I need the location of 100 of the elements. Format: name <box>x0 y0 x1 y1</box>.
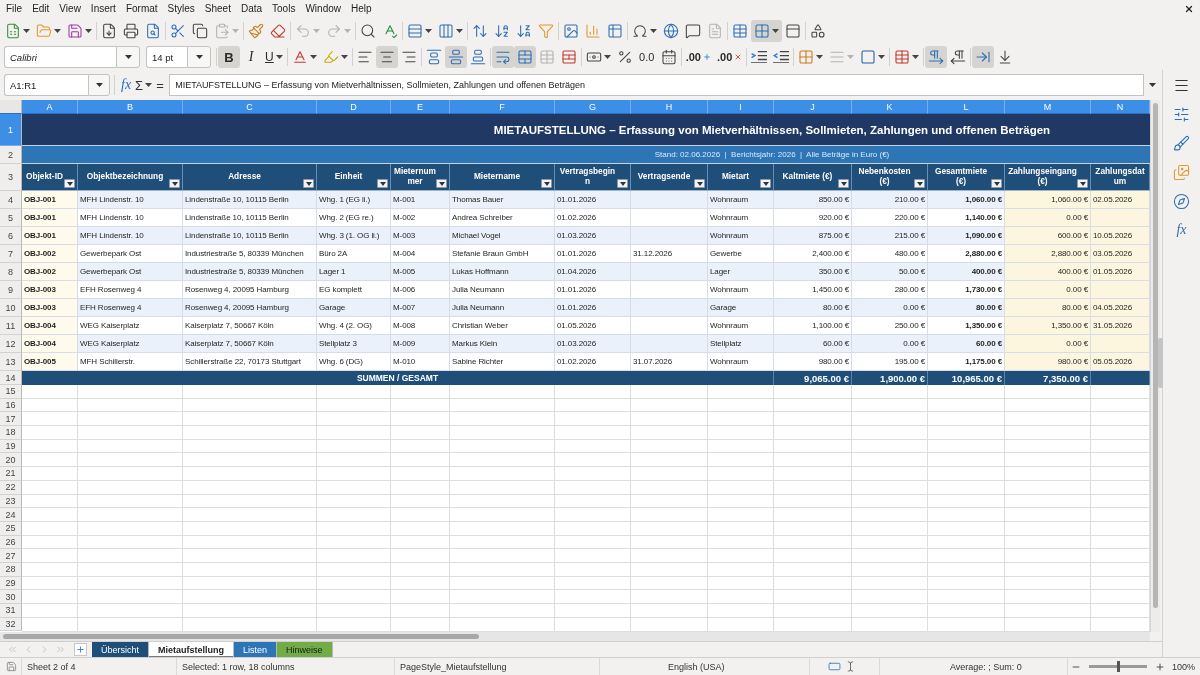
bold-button[interactable]: B <box>218 46 240 68</box>
table-cell: 1,450.00 € <box>774 281 852 299</box>
menu-item[interactable]: Window <box>300 0 346 17</box>
row-header[interactable]: 18 <box>0 426 22 440</box>
filter-dropdown-button[interactable] <box>760 179 771 188</box>
row-header[interactable]: 14 <box>0 371 22 385</box>
table-cell: Whg. 6 (DG) <box>317 353 391 371</box>
table-cell: Whg. 1 (EG li.) <box>317 191 391 209</box>
row-header[interactable]: 21 <box>0 467 22 481</box>
sheet-tab[interactable]: Übersicht <box>92 642 149 657</box>
table-cell: 195.00 € <box>852 353 928 371</box>
menu-item[interactable]: Styles <box>162 0 200 17</box>
number-format-button[interactable]: 0.0 <box>635 46 658 68</box>
formula-input[interactable]: MIETAUFSTELLUNG – Erfassung von Mietverhältnissen, Sollmieten, Zahlungen und offenen Beträgen <box>169 74 1144 96</box>
filter-dropdown-button[interactable] <box>1077 179 1088 188</box>
font-name-field[interactable]: Calibri <box>4 46 116 68</box>
menu-item[interactable]: Help <box>346 0 377 17</box>
functions-button[interactable]: fx <box>1169 218 1194 242</box>
filter-dropdown-button[interactable] <box>617 179 628 188</box>
row-header[interactable]: 13 <box>0 353 22 371</box>
menu-item[interactable]: Sheet <box>199 0 236 17</box>
row-header[interactable]: 2 <box>0 146 22 164</box>
menu-item[interactable]: Format <box>120 0 163 17</box>
columns-icon <box>438 22 454 39</box>
vertical-scrollbar[interactable] <box>1150 100 1160 632</box>
merge-center-button[interactable] <box>513 46 536 68</box>
menu-item[interactable]: Edit <box>27 0 55 17</box>
sheet-tab[interactable]: Hinweise <box>277 642 333 657</box>
wrap-text-button[interactable] <box>491 46 514 68</box>
caret-down-icon <box>95 83 103 87</box>
scrollbar-thumb[interactable] <box>3 634 479 639</box>
menu-item[interactable]: View <box>54 0 86 17</box>
select-all-corner[interactable] <box>0 100 22 114</box>
column-heading: Zahlungseingang (€) <box>1008 167 1077 187</box>
globe-icon <box>663 22 679 39</box>
function-wizard-button[interactable]: fx <box>119 74 134 96</box>
sidebar-collapse-handle[interactable] <box>1158 338 1163 388</box>
row-header[interactable]: 5 <box>0 209 22 227</box>
filter-dropdown-button[interactable] <box>991 179 1002 188</box>
font-size-field[interactable]: 14 pt <box>146 46 187 68</box>
delete-decimal-button[interactable]: .00 <box>713 46 746 68</box>
underline-button[interactable]: U <box>262 46 286 68</box>
row-header[interactable]: 8 <box>0 263 22 281</box>
text-horizontal-button[interactable] <box>972 46 995 68</box>
column-heading: Objekt-ID <box>26 172 63 182</box>
row-header[interactable]: 3 <box>0 164 22 191</box>
font-name-dropdown-button[interactable] <box>116 46 140 68</box>
caret-down-icon <box>840 181 847 186</box>
horizontal-scrollbar[interactable] <box>0 632 1150 641</box>
table-cell: Thomas Bauer <box>450 191 555 209</box>
close-icon <box>1184 3 1194 14</box>
caret-down-icon <box>993 181 1000 186</box>
font-size-dropdown-button[interactable] <box>187 46 211 68</box>
menu-item[interactable]: File <box>1 0 28 17</box>
align-center-button[interactable] <box>375 46 398 68</box>
row-header[interactable]: 24 <box>0 508 22 522</box>
filter-dropdown-button[interactable] <box>914 179 925 188</box>
row-header[interactable]: 9 <box>0 281 22 299</box>
zoom-slider-thumb[interactable] <box>1117 661 1120 672</box>
sheet-tab[interactable]: Mietaufstellung <box>149 642 235 657</box>
align-middle-button[interactable] <box>444 46 467 68</box>
scrollbar-thumb[interactable] <box>1153 103 1158 608</box>
filter-dropdown-button[interactable] <box>377 179 388 188</box>
freeze-button[interactable] <box>751 19 782 42</box>
row-header[interactable]: 6 <box>0 227 22 245</box>
row-header[interactable]: 4 <box>0 191 22 209</box>
row-header[interactable]: 30 <box>0 590 22 604</box>
sheet-tab[interactable]: Listen <box>234 642 278 657</box>
total-cell: 10,965.00 € <box>928 371 1005 385</box>
table-cell: OBJ-002 <box>22 263 78 281</box>
add-decimal-button[interactable]: .00 <box>682 46 714 68</box>
italic-button[interactable]: I <box>240 46 262 68</box>
filter-dropdown-button[interactable] <box>303 179 314 188</box>
row-header[interactable]: 7 <box>0 245 22 263</box>
filter-dropdown-button[interactable] <box>169 179 180 188</box>
name-box[interactable]: A1:R1 <box>4 74 88 96</box>
formula-button[interactable]: = <box>154 74 169 96</box>
menu-item[interactable]: Tools <box>267 0 301 17</box>
row-header[interactable]: 20 <box>0 453 22 468</box>
row-header[interactable]: 27 <box>0 549 22 563</box>
row-header[interactable]: 15 <box>0 385 22 399</box>
table-cell: 850.00 € <box>774 191 852 209</box>
sum-button[interactable]: Σ <box>133 74 155 96</box>
filter-dropdown-button[interactable] <box>694 179 705 188</box>
pilcrow-icon <box>950 49 967 65</box>
row-header[interactable]: 11 <box>0 317 22 335</box>
row-header[interactable]: 17 <box>0 412 22 427</box>
menu-item[interactable]: Insert <box>85 0 121 17</box>
row-header[interactable]: 10 <box>0 299 22 317</box>
add-sheet-button[interactable] <box>74 643 87 656</box>
rectangle-icon <box>828 660 841 673</box>
name-box-dropdown-button[interactable] <box>88 74 110 96</box>
row-header[interactable]: 31 <box>0 604 22 618</box>
filter-dropdown-button[interactable] <box>64 179 75 188</box>
filter-dropdown-button[interactable] <box>838 179 849 188</box>
filter-dropdown-button[interactable] <box>436 179 447 188</box>
filter-dropdown-button[interactable] <box>541 179 552 188</box>
left-to-right-button[interactable] <box>925 46 948 68</box>
row-header[interactable]: 12 <box>0 335 22 353</box>
menu-item[interactable]: Data <box>235 0 268 17</box>
